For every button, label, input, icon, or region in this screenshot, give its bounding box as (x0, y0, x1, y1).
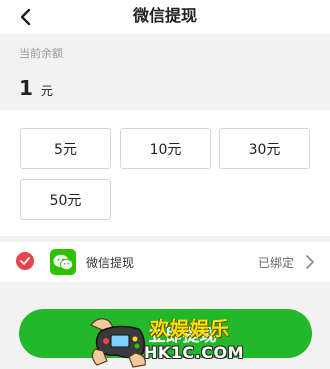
check-circle-icon[interactable] (16, 252, 34, 270)
payment-method-label: 微信提现 (86, 256, 135, 270)
chevron-right-icon (306, 255, 314, 269)
wechat-icon (50, 249, 76, 275)
withdraw-button[interactable]: 立即提现 (19, 309, 312, 358)
payment-method-row[interactable]: 微信提现 已绑定 (0, 242, 330, 282)
balance-panel: 当前余额 1 元 (0, 34, 330, 110)
amount-option-5[interactable]: 5元 (20, 128, 111, 169)
amount-options: 5元 10元 30元 50元 (0, 110, 330, 238)
amount-option-30[interactable]: 30元 (219, 128, 310, 169)
binding-status: 已绑定 (257, 256, 294, 270)
amount-option-10[interactable]: 10元 (120, 128, 211, 169)
balance-value: 1 元 (19, 76, 53, 100)
page-title: 微信提现 (132, 6, 197, 25)
balance-unit: 元 (40, 84, 53, 98)
amount-option-50[interactable]: 50元 (20, 179, 111, 220)
balance-label: 当前余额 (19, 47, 63, 60)
balance-amount: 1 (19, 76, 33, 100)
header-bar: 微信提现 (0, 0, 330, 34)
withdraw-button-label: 立即提现 (148, 326, 217, 346)
